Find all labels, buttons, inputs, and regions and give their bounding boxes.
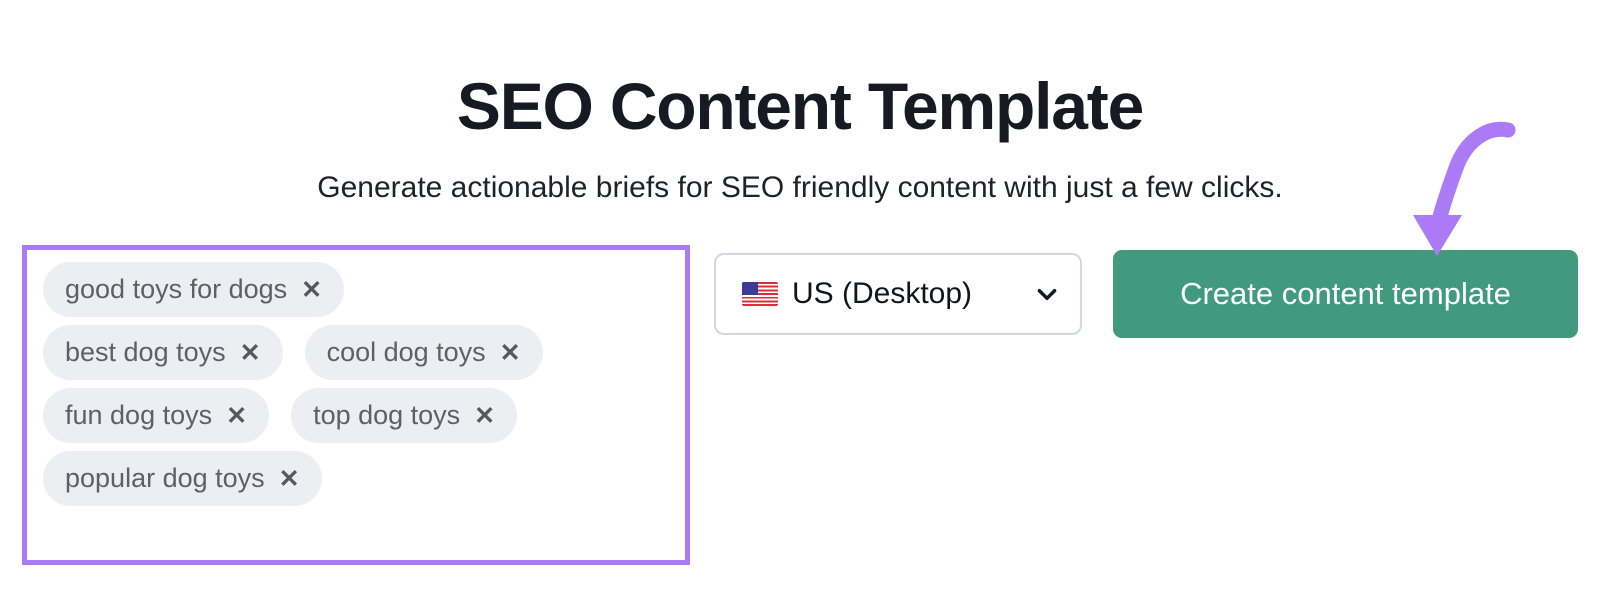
keyword-chip-list: good toys for dogs ✕ best dog toys ✕ coo… (43, 262, 671, 506)
keyword-chip[interactable]: cool dog toys ✕ (304, 325, 543, 380)
close-icon[interactable]: ✕ (279, 466, 300, 492)
keyword-chip[interactable]: good toys for dogs ✕ (43, 262, 345, 317)
keyword-chip-row: popular dog toys ✕ (43, 451, 671, 506)
keyword-chip-label: fun dog toys (65, 400, 213, 430)
keyword-chip[interactable]: fun dog toys ✕ (43, 388, 270, 443)
close-icon[interactable]: ✕ (226, 403, 247, 429)
keyword-chip-row: best dog toys ✕ cool dog toys ✕ (43, 325, 671, 380)
keyword-chip-label: best dog toys (65, 337, 226, 367)
keyword-chip-label: good toys for dogs (65, 274, 288, 304)
close-icon[interactable]: ✕ (500, 340, 521, 366)
us-flag-icon (742, 282, 778, 306)
keyword-chip-row: good toys for dogs ✕ (43, 262, 671, 317)
close-icon[interactable]: ✕ (301, 277, 322, 303)
keyword-input-box[interactable]: good toys for dogs ✕ best dog toys ✕ coo… (22, 245, 690, 565)
keyword-chip[interactable]: best dog toys ✕ (43, 325, 283, 380)
locale-select[interactable]: US (Desktop) (714, 253, 1082, 335)
page-title: SEO Content Template (456, 69, 1144, 144)
keyword-chip-label: top dog toys (313, 400, 461, 430)
keyword-chip-label: popular dog toys (65, 463, 265, 493)
keyword-chip[interactable]: popular dog toys ✕ (43, 451, 322, 506)
close-icon[interactable]: ✕ (240, 340, 261, 366)
create-content-template-button[interactable]: Create content template (1113, 250, 1578, 338)
keyword-chip-row: fun dog toys ✕ top dog toys ✕ (43, 388, 671, 443)
keyword-chip[interactable]: top dog toys ✕ (291, 388, 518, 443)
locale-select-value: US (Desktop) (792, 277, 973, 310)
page-subtitle: Generate actionable briefs for SEO frien… (317, 171, 1283, 204)
keyword-chip-label: cool dog toys (326, 337, 486, 367)
close-icon[interactable]: ✕ (474, 403, 495, 429)
chevron-down-icon[interactable] (1034, 281, 1060, 307)
